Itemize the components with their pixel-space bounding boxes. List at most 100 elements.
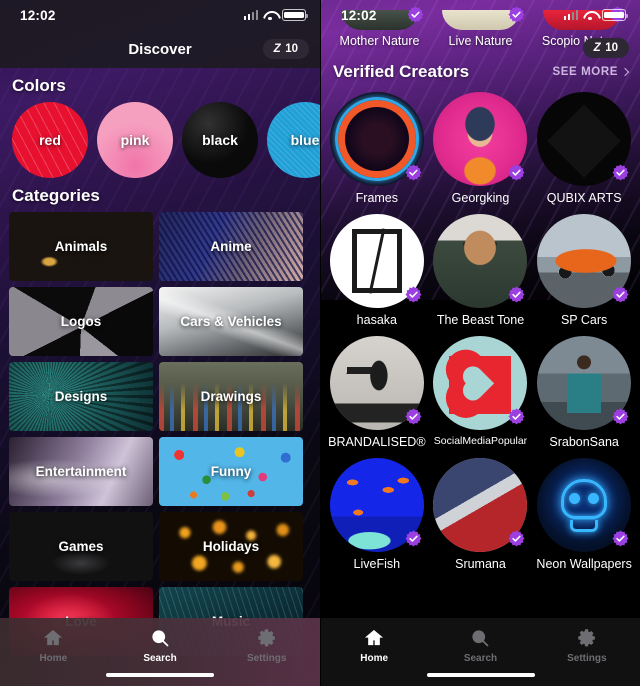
coin-balance-badge[interactable]: Z 10 — [262, 39, 309, 59]
home-indicator — [106, 672, 214, 677]
creator-avatar-wrap[interactable] — [433, 336, 528, 430]
creator-name: The Beast Tone — [436, 313, 525, 327]
verified-badge-icon — [508, 164, 525, 181]
creator-avatar-wrap[interactable] — [329, 458, 424, 552]
home-scroll-area[interactable]: Mother Nature Live Nature Scopio Nature Ve… — [321, 0, 640, 686]
creator-name: Live Nature — [448, 34, 513, 48]
discover-scroll-area[interactable]: Colors redpinkblackbluegreen Categories … — [0, 68, 320, 686]
verified-badge-icon — [612, 530, 629, 547]
home-icon — [364, 627, 384, 649]
see-more-button[interactable]: SEE MORE — [552, 66, 630, 78]
right-phone-screen: Mother Nature Live Nature Scopio Nature Ve… — [320, 0, 640, 686]
status-bar-right: 12:02 — [321, 0, 640, 30]
coin-symbol: Z — [273, 43, 281, 55]
battery-icon — [282, 9, 309, 21]
color-chip-label: pink — [120, 132, 150, 148]
status-icons — [243, 9, 309, 21]
status-time: 12:02 — [341, 7, 377, 23]
search-icon — [470, 627, 490, 649]
coin-count: 10 — [605, 42, 618, 54]
categories-grid[interactable]: Animals Anime Logos Cars & Vehicles Designs D… — [0, 212, 320, 656]
category-tile-label: Entertainment — [35, 464, 127, 479]
creator-avatar-wrap[interactable] — [433, 214, 528, 308]
verified-badge-icon — [612, 286, 629, 303]
color-chip-black[interactable]: black — [182, 102, 258, 178]
category-tile[interactable]: Animals — [9, 212, 153, 281]
category-tile[interactable]: Cars & Vehicles — [159, 287, 303, 356]
coin-balance-badge[interactable]: Z 10 — [582, 38, 629, 58]
battery-icon — [602, 9, 629, 21]
category-tile[interactable]: Designs — [9, 362, 153, 431]
gear-icon — [577, 627, 597, 649]
creator-name: SP Cars — [560, 313, 608, 327]
creator-item[interactable]: BRANDALISED® — [325, 336, 429, 449]
see-more-label: SEE MORE — [552, 66, 618, 78]
tab-search[interactable]: Search — [107, 627, 214, 664]
color-chip-blue[interactable]: blue — [267, 102, 320, 178]
verified-badge-icon — [405, 164, 422, 181]
gear-icon — [257, 627, 277, 649]
creator-name: Srumana — [455, 557, 506, 571]
creator-item[interactable]: SocialMediaPopular — [429, 336, 533, 449]
page-title: Discover — [128, 41, 192, 58]
tab-label: Settings — [246, 653, 287, 664]
category-tile[interactable]: Drawings — [159, 362, 303, 431]
verified-badge-icon — [405, 408, 422, 425]
creator-item[interactable]: SrabonSana — [532, 336, 636, 449]
creator-avatar-wrap[interactable]: Qubix — [537, 92, 632, 186]
category-tile[interactable]: Games — [9, 512, 153, 581]
creator-item[interactable]: Georgking — [429, 92, 533, 205]
creator-item[interactable]: The Beast Tone — [429, 214, 533, 327]
verified-creators-title: Verified Creators — [333, 62, 470, 81]
creator-avatar-wrap[interactable] — [433, 92, 528, 186]
creator-name: LiveFish — [353, 557, 401, 571]
verified-creators-grid[interactable]: Frames Georgking Qubix QUBIX ARTS hasaka The … — [321, 92, 640, 580]
tab-home[interactable]: Home — [0, 627, 107, 664]
creator-avatar-wrap[interactable] — [329, 214, 424, 308]
colors-carousel[interactable]: redpinkblackbluegreen — [0, 102, 320, 178]
creator-avatar-wrap[interactable] — [329, 92, 424, 186]
tab-settings[interactable]: Settings — [213, 627, 320, 664]
creator-item[interactable]: SP Cars — [532, 214, 636, 327]
creator-name: SocialMediaPopular — [433, 435, 528, 447]
creator-avatar-wrap[interactable] — [537, 214, 632, 308]
tab-label: Home — [39, 653, 68, 664]
home-indicator — [426, 672, 535, 677]
qubix-logo-text: Qubix — [557, 126, 611, 151]
verified-badge-icon — [405, 286, 422, 303]
color-chip-red[interactable]: red — [12, 102, 88, 178]
creator-item[interactable]: LiveFish — [325, 458, 429, 571]
creator-avatar-wrap[interactable] — [329, 336, 424, 430]
left-phone-screen: 12:02 Discover Z 10 Colors red pink black b… — [0, 0, 320, 686]
creator-avatar-wrap[interactable] — [433, 458, 528, 552]
verified-badge-icon — [508, 530, 525, 547]
category-tile[interactable]: Logos — [9, 287, 153, 356]
creator-name: SrabonSana — [549, 435, 619, 449]
category-tile[interactable]: Anime — [159, 212, 303, 281]
category-tile-label: Designs — [54, 389, 108, 404]
creator-item[interactable]: hasaka — [325, 214, 429, 327]
creator-name: QUBIX ARTS — [546, 191, 622, 205]
cellular-signal-icon — [563, 10, 578, 20]
creator-item[interactable]: Qubix QUBIX ARTS — [532, 92, 636, 205]
wifi-icon — [263, 10, 277, 21]
tab-label: Search — [143, 653, 177, 664]
creator-name: Georgking — [451, 191, 510, 205]
hasaka-slash — [368, 228, 386, 294]
category-tile[interactable]: Funny — [159, 437, 303, 506]
color-chip-pink[interactable]: pink — [97, 102, 173, 178]
tab-home[interactable]: Home — [321, 627, 427, 664]
color-chip-label: red — [39, 132, 61, 148]
tab-settings[interactable]: Settings — [534, 627, 640, 664]
tab-label: Settings — [567, 653, 607, 664]
category-tile[interactable]: Holidays — [159, 512, 303, 581]
category-tile[interactable]: Entertainment — [9, 437, 153, 506]
creator-avatar-wrap[interactable] — [537, 336, 632, 430]
status-icons — [563, 9, 629, 21]
creator-item[interactable]: Frames — [325, 92, 429, 205]
creator-avatar-wrap[interactable] — [537, 458, 632, 552]
creator-item[interactable]: Srumana — [429, 458, 533, 571]
creator-name: BRANDALISED® — [328, 435, 426, 449]
creator-item[interactable]: Neon Wallpapers — [532, 458, 636, 571]
tab-search[interactable]: Search — [427, 627, 533, 664]
